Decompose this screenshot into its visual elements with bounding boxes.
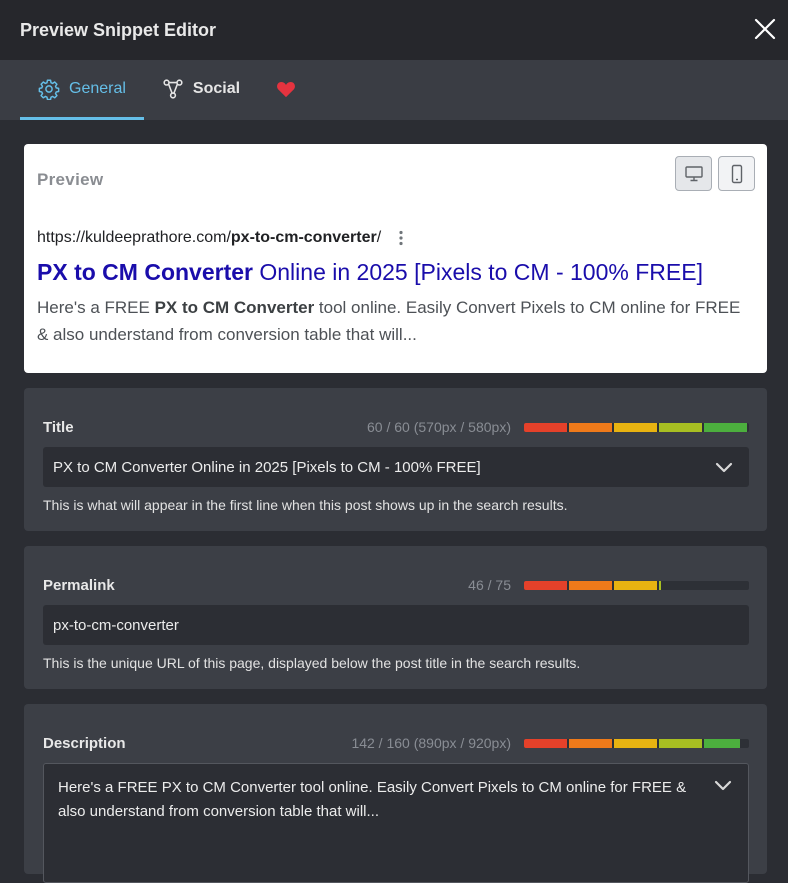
meter-segment [569,422,612,432]
description-field-label: Description [43,734,126,752]
title-input[interactable]: PX to CM Converter Online in 2025 [Pixel… [43,447,749,487]
chevron-down-icon[interactable] [715,462,733,473]
description-length-meter [524,738,749,748]
heart-icon [276,80,296,98]
chevron-down-icon[interactable] [714,780,732,791]
gear-icon [38,78,60,100]
description-field-card: Description 142 / 160 (890px / 920px) He… [24,704,767,883]
title-length-meter [524,422,749,432]
meter-segment [659,738,702,748]
serp-title-keyword: PX to CM Converter [37,259,253,285]
meter-segment [524,738,567,748]
desktop-preview-button[interactable] [675,156,712,191]
title-help-text: This is what will appear in the first li… [43,497,568,513]
permalink-input[interactable]: px-to-cm-converter [43,605,749,645]
share-icon [162,78,184,100]
permalink-field-label: Permalink [43,576,115,594]
preview-label: Preview [37,170,104,189]
meter-segment [704,738,740,748]
more-options-icon[interactable] [399,230,403,246]
tab-bar: General Social [0,60,788,120]
meter-segment [569,580,612,590]
tab-favorite[interactable] [258,60,314,120]
serp-desc-start: Here's a FREE [37,298,155,317]
meter-segment [659,580,662,590]
meter-segment [659,422,702,432]
tab-social[interactable]: Social [144,60,258,120]
serp-url: https://kuldeeprathore.com/px-to-cm-conv… [37,229,403,247]
serp-desc-keyword: PX to CM Converter [154,298,315,317]
meter-segment [569,738,612,748]
title-field-card: Title 60 / 60 (570px / 580px) PX to CM C… [24,388,767,531]
permalink-length-meter [524,580,749,590]
modal-title: Preview Snippet Editor [20,19,217,40]
permalink-input-value: px-to-cm-converter [53,616,179,634]
description-textarea-value: Here's a FREE PX to CM Converter tool on… [58,779,687,820]
description-textarea[interactable]: Here's a FREE PX to CM Converter tool on… [43,763,749,883]
editor-content: Preview https://kuldeeprathore.com/px-to… [0,120,788,883]
title-field-label: Title [43,418,74,436]
mobile-icon [731,164,742,183]
meter-segment [704,422,747,432]
meter-segment [614,422,657,432]
mobile-preview-button[interactable] [718,156,755,191]
description-char-count: 142 / 160 (890px / 920px) [351,735,511,751]
permalink-help-text: This is the unique URL of this page, dis… [43,655,581,671]
title-input-value: PX to CM Converter Online in 2025 [Pixel… [53,458,481,476]
preview-card: Preview https://kuldeeprathore.com/px-to… [24,144,767,373]
serp-url-suffix: / [376,229,382,246]
meter-segment [524,580,567,590]
tab-social-label: Social [192,79,241,97]
tab-general[interactable]: General [20,60,144,120]
modal-header: Preview Snippet Editor [0,0,788,60]
serp-title-rest: Online in 2025 [Pixels to CM - 100% FREE… [252,259,703,285]
close-icon [754,18,776,40]
tab-general-label: General [69,79,126,97]
serp-url-prefix: https://kuldeeprathore.com/ [37,229,231,246]
meter-segment [614,580,657,590]
desktop-icon [684,165,703,181]
serp-url-slug: px-to-cm-converter [230,229,377,246]
close-button[interactable] [750,14,780,44]
serp-description: Here's a FREE PX to CM Converter tool on… [37,294,749,348]
permalink-field-card: Permalink 46 / 75 px-to-cm-converter Thi… [24,546,767,689]
permalink-char-count: 46 / 75 [468,577,511,593]
title-char-count: 60 / 60 (570px / 580px) [367,419,511,435]
device-toggle [675,156,755,191]
meter-segment [614,738,657,748]
serp-title[interactable]: PX to CM Converter Online in 2025 [Pixel… [37,259,753,286]
meter-segment [524,422,567,432]
